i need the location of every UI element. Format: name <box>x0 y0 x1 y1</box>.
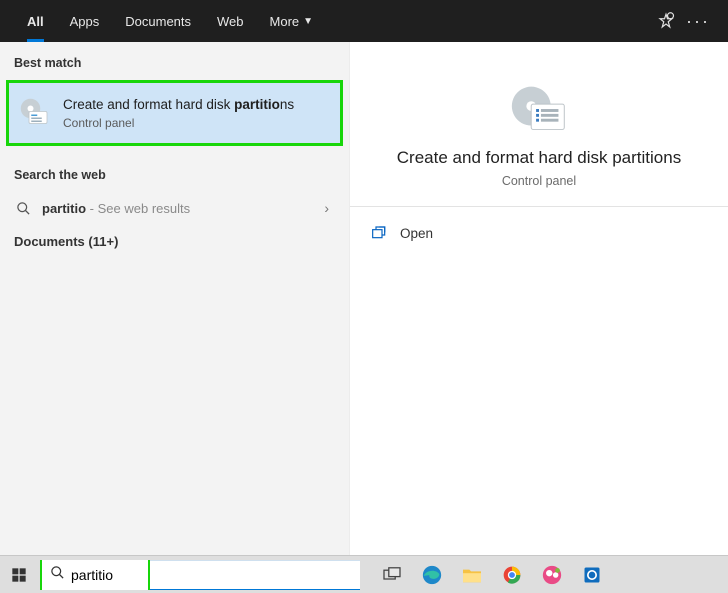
search-icon <box>14 201 32 216</box>
taskbar-pinned-apps <box>372 556 612 593</box>
teams-icon[interactable] <box>532 556 572 593</box>
overflow-icon[interactable]: ··· <box>682 5 714 37</box>
tab-apps-label: Apps <box>70 14 100 29</box>
taskbar <box>0 555 728 593</box>
tab-all[interactable]: All <box>14 0 57 42</box>
tab-documents-label: Documents <box>125 14 191 29</box>
web-result-text: partitio - See web results <box>42 201 190 216</box>
taskbar-search-input[interactable] <box>71 560 140 590</box>
feedback-icon[interactable] <box>650 5 682 37</box>
best-match-subtitle: Control panel <box>63 116 294 130</box>
tab-documents[interactable]: Documents <box>112 0 204 42</box>
taskbar-search-box-highlight <box>40 560 150 590</box>
tab-all-label: All <box>27 14 44 29</box>
tab-web[interactable]: Web <box>204 0 257 42</box>
results-panel: Best match Create and <box>0 42 350 555</box>
tab-apps[interactable]: Apps <box>57 0 113 42</box>
start-button[interactable] <box>0 556 38 593</box>
chrome-icon[interactable] <box>492 556 532 593</box>
scope-tabs: All Apps Documents Web More▼ <box>14 0 326 42</box>
edge-icon[interactable] <box>412 556 452 593</box>
preview-panel: Create and format hard disk partitions C… <box>350 42 728 555</box>
preview-title: Create and format hard disk partitions <box>397 148 681 168</box>
preview-subtitle: Control panel <box>502 174 576 188</box>
best-match-title: Create and format hard disk partitions <box>63 96 294 114</box>
tab-more[interactable]: More▼ <box>257 0 327 42</box>
documents-heading[interactable]: Documents (11+) <box>0 224 349 249</box>
open-icon <box>370 225 388 241</box>
search-icon <box>50 565 65 585</box>
search-header: All Apps Documents Web More▼ ··· <box>0 0 728 42</box>
disk-partition-icon <box>17 95 53 131</box>
caret-down-icon: ▼ <box>303 16 313 27</box>
best-match-heading: Best match <box>0 42 349 80</box>
taskbar-search-box[interactable] <box>42 560 148 590</box>
file-explorer-icon[interactable] <box>452 556 492 593</box>
best-match-result[interactable]: Create and format hard disk partitions C… <box>6 80 343 146</box>
search-web-heading: Search the web <box>0 154 349 192</box>
tab-more-label: More <box>270 14 300 29</box>
tab-web-label: Web <box>217 14 244 29</box>
task-view-icon[interactable] <box>372 556 412 593</box>
outlook-icon[interactable] <box>572 556 612 593</box>
taskbar-search-box-rest[interactable] <box>150 560 360 590</box>
open-action[interactable]: Open <box>370 217 708 249</box>
chevron-right-icon[interactable]: › <box>324 200 335 216</box>
web-result-row[interactable]: partitio - See web results › <box>0 192 349 224</box>
disk-partition-icon-large <box>504 80 574 140</box>
open-label: Open <box>400 226 433 241</box>
